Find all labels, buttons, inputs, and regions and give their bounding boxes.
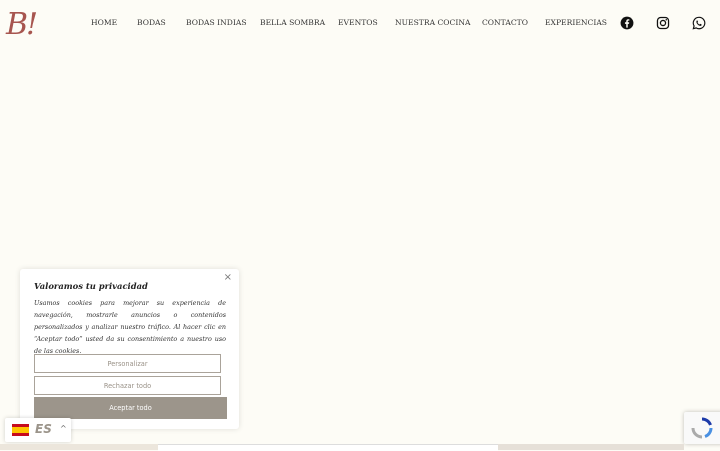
accept-all-button[interactable]: Aceptar todo — [34, 397, 227, 419]
content-image-left — [0, 444, 158, 450]
instagram-icon[interactable] — [656, 16, 670, 30]
recaptcha-icon — [691, 417, 713, 439]
cookie-title: Valoramos tu privacidad — [34, 281, 148, 291]
customize-button[interactable]: Personalizar — [34, 354, 221, 373]
nav-item-experiencias[interactable]: EXPERIENCIAS — [545, 18, 607, 27]
reject-all-button[interactable]: Rechazar todo — [34, 376, 221, 395]
nav-item-nuestra-cocina[interactable]: NUESTRA COCINA — [395, 18, 470, 27]
cookie-consent-dialog: × Valoramos tu privacidad Usamos cookies… — [20, 269, 239, 429]
nav-item-home[interactable]: HOME — [91, 18, 117, 27]
recaptcha-badge[interactable] — [684, 412, 720, 444]
site-header: B! HOME BODAS BODAS INDIAS BELLA SOMBRA … — [0, 0, 720, 48]
close-icon[interactable]: × — [224, 272, 232, 283]
nav-item-bodas[interactable]: BODAS — [137, 18, 166, 27]
chevron-up-icon: ^ — [60, 424, 67, 433]
content-image-right — [498, 444, 684, 450]
site-logo[interactable]: B! — [6, 5, 38, 45]
language-label: ES — [35, 422, 52, 436]
nav-item-contacto[interactable]: CONTACTO — [482, 18, 528, 27]
facebook-icon[interactable] — [620, 16, 634, 30]
cookie-description: Usamos cookies para mejorar su experienc… — [34, 299, 226, 355]
spain-flag-icon — [12, 424, 29, 436]
language-switcher[interactable]: ES ^ — [5, 418, 71, 442]
nav-item-bodas-indias[interactable]: BODAS INDIAS — [186, 18, 247, 27]
nav-item-eventos[interactable]: EVENTOS — [338, 18, 378, 27]
nav-item-bella-sombra[interactable]: BELLA SOMBRA — [260, 18, 325, 27]
whatsapp-icon[interactable] — [692, 16, 706, 30]
